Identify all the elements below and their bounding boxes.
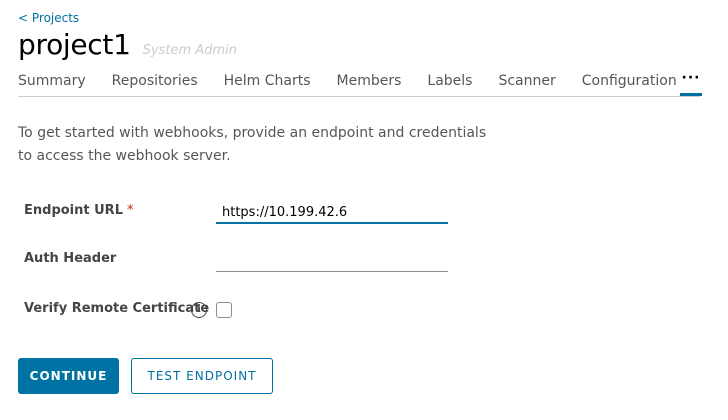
test-endpoint-button[interactable]: TEST ENDPOINT: [131, 358, 273, 394]
page-header: project1 System Admin: [18, 27, 237, 63]
verify-cert-label: Verify Remote Certificate: [24, 301, 210, 316]
tab-repositories[interactable]: Repositories: [112, 64, 198, 96]
project-tabs: Summary Repositories Helm Charts Members…: [18, 64, 702, 97]
tab-helm-charts[interactable]: Helm Charts: [224, 64, 311, 96]
continue-button[interactable]: CONTINUE: [18, 358, 119, 394]
tab-configuration[interactable]: Configuration: [582, 64, 677, 96]
webhook-intro-text: To get started with webhooks, provide an…: [18, 125, 487, 164]
endpoint-url-input[interactable]: [216, 202, 448, 224]
tab-members[interactable]: Members: [337, 64, 402, 96]
back-to-projects-link[interactable]: < Projects: [18, 11, 79, 25]
verify-cert-checkbox[interactable]: [216, 302, 232, 318]
required-marker: *: [126, 203, 134, 218]
tab-summary[interactable]: Summary: [18, 64, 86, 96]
endpoint-url-label-text: Endpoint URL: [24, 203, 123, 218]
info-icon[interactable]: i: [191, 302, 207, 318]
role-label: System Admin: [142, 43, 237, 58]
auth-header-label: Auth Header: [24, 251, 117, 266]
auth-header-input[interactable]: [216, 250, 448, 272]
endpoint-url-label: Endpoint URL *: [24, 203, 133, 218]
tab-scanner[interactable]: Scanner: [498, 64, 555, 96]
tab-more-overflow[interactable]: ···: [680, 64, 702, 96]
page-title: project1: [18, 28, 131, 61]
tab-labels[interactable]: Labels: [427, 64, 472, 96]
